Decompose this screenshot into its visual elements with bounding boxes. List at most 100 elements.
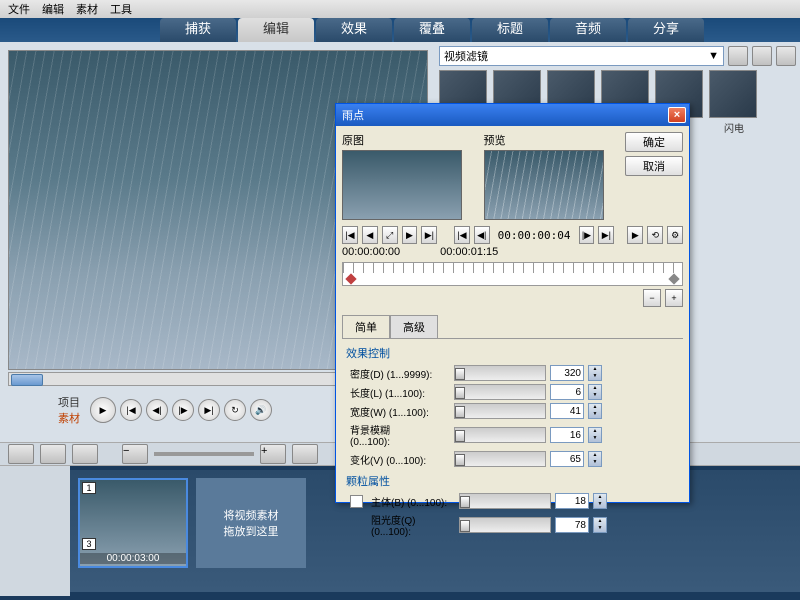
step-back-icon[interactable]: ◀| (474, 226, 490, 244)
mode-project[interactable]: 项目 (58, 394, 80, 410)
tc-end: 00:00:01:15 (440, 246, 498, 258)
settings-icon[interactable]: ⚙ (667, 226, 683, 244)
repeat-button[interactable]: ↻ (224, 399, 246, 421)
zoom-out-icon[interactable]: − (122, 444, 148, 464)
body-checkbox[interactable] (350, 495, 363, 508)
timeline-view-icon[interactable] (40, 444, 66, 464)
variation-slider[interactable] (454, 451, 546, 467)
variation-spinner[interactable] (588, 451, 602, 467)
loop-icon[interactable]: ⟲ (647, 226, 663, 244)
goto-end-icon[interactable]: ▶| (598, 226, 614, 244)
blur-slider[interactable] (454, 427, 546, 443)
tab-overlay[interactable]: 覆叠 (394, 18, 470, 42)
width-label: 宽度(W) (1...100): (350, 404, 450, 419)
body-label: 主体(B) (0...100): (371, 494, 455, 509)
close-button[interactable]: × (668, 107, 686, 123)
menu-file[interactable]: 文件 (8, 1, 30, 17)
clip-duration: 00:00:03:00 (80, 553, 186, 564)
remove-kf-icon[interactable]: − (643, 289, 661, 307)
body-slider[interactable] (459, 493, 551, 509)
fit-icon[interactable] (292, 444, 318, 464)
opacity-input[interactable] (555, 517, 589, 533)
blur-label: 背景模糊 (0...100): (350, 422, 450, 448)
prev-button[interactable]: ◀| (146, 399, 168, 421)
step-tabs: 捕获 编辑 效果 覆叠 标题 音频 分享 (0, 18, 800, 42)
menu-tools[interactable]: 工具 (110, 1, 132, 17)
clip-badge-out: 3 (82, 538, 96, 550)
chevron-down-icon: ▼ (708, 50, 719, 62)
tab-audio[interactable]: 音频 (550, 18, 626, 42)
tc-start: 00:00:00:00 (342, 246, 400, 258)
storyboard-view-icon[interactable] (8, 444, 34, 464)
opacity-slider[interactable] (459, 517, 551, 533)
clip[interactable]: 1 3 00:00:03:00 (78, 478, 188, 568)
effect-preview (484, 150, 604, 220)
density-slider[interactable] (454, 365, 546, 381)
volume-button[interactable]: 🔊 (250, 399, 272, 421)
end-button[interactable]: ▶| (198, 399, 220, 421)
tab-capture[interactable]: 捕获 (160, 18, 236, 42)
play-button[interactable]: ▶ (90, 397, 116, 423)
step-fwd-icon[interactable]: |▶ (579, 226, 595, 244)
width-slider[interactable] (454, 403, 546, 419)
start-button[interactable]: |◀ (120, 399, 142, 421)
variation-input[interactable] (550, 451, 584, 467)
opacity-spinner[interactable] (593, 517, 607, 533)
tab-effect[interactable]: 效果 (316, 18, 392, 42)
keyframe-marker[interactable] (345, 273, 356, 284)
drop-placeholder[interactable]: 将视频素材 拖放到这里 (196, 478, 306, 568)
tab-simple[interactable]: 简单 (342, 315, 390, 338)
last-frame-icon[interactable]: ▶| (421, 226, 437, 244)
prev-frame-icon[interactable]: ◀ (362, 226, 378, 244)
tab-edit[interactable]: 编辑 (238, 18, 314, 42)
effect-item[interactable]: 闪电 (709, 70, 759, 135)
folder-icon[interactable] (728, 46, 748, 66)
mode-material[interactable]: 素材 (58, 410, 80, 426)
options-icon[interactable] (776, 46, 796, 66)
density-spinner[interactable] (588, 365, 602, 381)
blur-spinner[interactable] (588, 427, 602, 443)
menu-material[interactable]: 素材 (76, 1, 98, 17)
ok-button[interactable]: 确定 (625, 132, 683, 152)
body-spinner[interactable] (593, 493, 607, 509)
width-input[interactable] (550, 403, 584, 419)
filter-dropdown[interactable]: 视频滤镜▼ (439, 46, 724, 66)
preview-label: 预览 (484, 132, 616, 148)
menubar: 文件 编辑 素材 工具 (0, 0, 800, 18)
group-particle: 颗粒属性 (346, 473, 683, 489)
sort-icon[interactable] (752, 46, 772, 66)
density-label: 密度(D) (1...9999): (350, 366, 450, 381)
dialog-title-text: 雨点 (342, 107, 364, 123)
body-input[interactable] (555, 493, 589, 509)
play-icon[interactable]: ▶ (627, 226, 643, 244)
next-button[interactable]: |▶ (172, 399, 194, 421)
expand-icon[interactable]: ⤢ (382, 226, 398, 244)
length-spinner[interactable] (588, 384, 602, 400)
blur-input[interactable] (550, 427, 584, 443)
keyframe-marker[interactable] (668, 273, 679, 284)
cancel-button[interactable]: 取消 (625, 156, 683, 176)
tab-title[interactable]: 标题 (472, 18, 548, 42)
width-spinner[interactable] (588, 403, 602, 419)
next-frame-icon[interactable]: ▶ (402, 226, 418, 244)
add-kf-icon[interactable]: + (665, 289, 683, 307)
group-effect-control: 效果控制 (346, 345, 683, 361)
first-frame-icon[interactable]: |◀ (342, 226, 358, 244)
dialog-titlebar[interactable]: 雨点 × (336, 104, 689, 126)
tab-share[interactable]: 分享 (628, 18, 704, 42)
original-label: 原图 (342, 132, 474, 148)
variation-label: 变化(V) (0...100): (350, 452, 450, 467)
keyframe-timeline[interactable] (342, 262, 683, 286)
clip-badge-in: 1 (82, 482, 96, 494)
rain-dialog: 雨点 × 原图 预览 确定 取消 |◀ ◀ ⤢ ▶ ▶| |◀ ◀ (335, 103, 690, 503)
length-input[interactable] (550, 384, 584, 400)
length-slider[interactable] (454, 384, 546, 400)
density-input[interactable] (550, 365, 584, 381)
length-label: 长度(L) (1...100): (350, 385, 450, 400)
audio-view-icon[interactable] (72, 444, 98, 464)
goto-start-icon[interactable]: |◀ (454, 226, 470, 244)
tab-advanced[interactable]: 高级 (390, 315, 438, 338)
timecode-display: 00:00:00:04 (494, 229, 575, 242)
menu-edit[interactable]: 编辑 (42, 1, 64, 17)
zoom-in-icon[interactable]: + (260, 444, 286, 464)
